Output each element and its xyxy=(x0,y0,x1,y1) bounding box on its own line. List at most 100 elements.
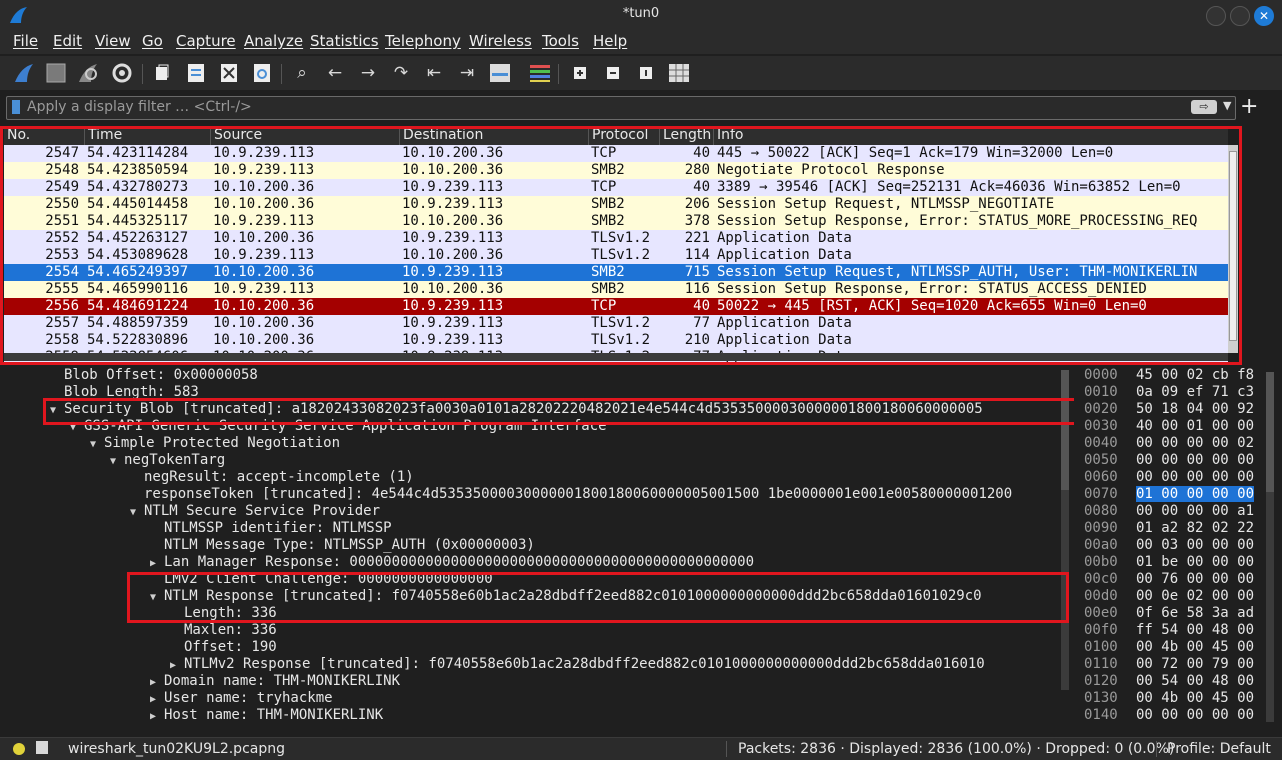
detail-tree-item[interactable]: ▶ Lan Manager Response: 00000000000000000… xyxy=(150,554,754,571)
expanded-arrow-icon[interactable]: ▼ xyxy=(70,419,84,436)
detail-tree-item[interactable]: NTLM Message Type: NTLMSSP_AUTH (0x00000… xyxy=(150,537,535,554)
close-button[interactable]: ✕ xyxy=(1254,6,1274,26)
collapsed-arrow-icon[interactable]: ▶ xyxy=(150,555,164,572)
hex-row[interactable]: 0050 00 00 00 00 00 xyxy=(1084,452,1254,469)
stop-capture-icon[interactable] xyxy=(44,61,68,85)
apply-filter-arrow-icon[interactable]: ⇨ xyxy=(1191,100,1217,114)
menu-file[interactable]: File xyxy=(13,32,38,50)
menu-wireless[interactable]: Wireless xyxy=(469,32,532,50)
save-file-icon[interactable] xyxy=(184,61,208,85)
hex-row[interactable]: 00f0 ff 54 00 48 00 xyxy=(1084,622,1254,639)
hex-row[interactable]: 0090 01 a2 82 02 22 xyxy=(1084,520,1254,537)
collapsed-arrow-icon[interactable]: ▶ xyxy=(170,657,184,674)
expanded-arrow-icon[interactable]: ▼ xyxy=(130,504,144,521)
resize-columns-icon[interactable] xyxy=(667,61,691,85)
hex-row[interactable]: 0120 00 54 00 48 00 xyxy=(1084,673,1254,690)
packet-row[interactable]: 2554 54.465249397 10.10.200.36 10.9.239.113… xyxy=(4,264,1228,281)
filter-bookmark-icon[interactable] xyxy=(12,100,20,114)
detail-tree-item[interactable]: ▼ Simple Protected Negotiation xyxy=(90,435,340,452)
collapsed-arrow-icon[interactable]: ▶ xyxy=(150,674,164,691)
packet-row[interactable]: 2549 54.432780273 10.10.200.36 10.9.239.113… xyxy=(4,179,1228,196)
detail-tree-item[interactable]: ▼ NTLM Secure Service Provider xyxy=(130,503,380,520)
restart-capture-icon[interactable] xyxy=(76,61,100,85)
hex-row[interactable]: 0130 00 4b 00 45 00 xyxy=(1084,690,1254,707)
packet-row[interactable]: 2550 54.445014458 10.10.200.36 10.9.239.113… xyxy=(4,196,1228,213)
zoom-out-icon[interactable] xyxy=(601,61,625,85)
detail-tree-item[interactable]: ▶ NTLMv2 Response [truncated]: f0740558e6… xyxy=(170,656,985,673)
collapsed-arrow-icon[interactable]: ▶ xyxy=(150,708,164,720)
hex-row[interactable]: 0100 00 4b 00 45 00 xyxy=(1084,639,1254,656)
expanded-arrow-icon[interactable]: ▼ xyxy=(150,589,164,606)
hex-row[interactable]: 0070 01 00 00 00 00 xyxy=(1084,486,1255,503)
column-source[interactable]: Source xyxy=(210,127,400,145)
open-file-icon[interactable] xyxy=(150,61,174,85)
detail-tree-item[interactable]: Maxlen: 336 xyxy=(170,622,277,639)
capture-comment-edit-icon[interactable] xyxy=(36,741,48,754)
go-forward-arrow-icon[interactable]: → xyxy=(356,61,380,85)
menu-help[interactable]: Help xyxy=(593,32,627,50)
packet-row[interactable]: 2558 54.522830896 10.10.200.36 10.9.239.113… xyxy=(4,332,1228,349)
hex-row[interactable]: 0110 00 72 00 79 00 xyxy=(1084,656,1254,673)
last-packet-icon[interactable]: ⇥ xyxy=(455,61,479,85)
detail-tree-item[interactable]: NTLMSSP identifier: NTLMSSP xyxy=(150,520,392,537)
filter-history-chevron-down-icon[interactable]: ▼ xyxy=(1223,99,1231,112)
go-back-arrow-icon[interactable]: ← xyxy=(323,61,347,85)
expanded-arrow-icon[interactable]: ▼ xyxy=(110,453,124,470)
detail-tree-item[interactable]: Blob Offset: 0x00000058 xyxy=(50,367,258,384)
hex-row[interactable]: 00e0 0f 6e 58 3a ad xyxy=(1084,605,1254,622)
packet-row[interactable]: 2556 54.484691224 10.10.200.36 10.9.239.113… xyxy=(4,298,1228,315)
detail-tree-item[interactable]: responseToken [truncated]: 4e544c4d53535… xyxy=(130,486,1012,503)
packet-list-horizontal-scrollbar[interactable] xyxy=(4,353,1228,361)
start-capture-icon[interactable] xyxy=(12,61,36,85)
menu-edit[interactable]: Edit xyxy=(53,32,82,50)
first-packet-icon[interactable]: ⇤ xyxy=(422,61,446,85)
hex-row[interactable]: 0080 00 00 00 00 a1 xyxy=(1084,503,1254,520)
packet-row[interactable]: 2548 54.423850594 10.9.239.113 10.10.200.36… xyxy=(4,162,1228,179)
detail-tree-item[interactable]: negResult: accept-incomplete (1) xyxy=(130,469,414,486)
hex-row[interactable]: 00d0 00 0e 02 00 00 xyxy=(1084,588,1254,605)
hex-row[interactable]: 0010 0a 09 ef 71 c3 xyxy=(1084,384,1254,401)
column-time[interactable]: Time xyxy=(84,127,210,145)
packet-row[interactable]: 2555 54.465990116 10.9.239.113 10.10.200.36… xyxy=(4,281,1228,298)
detail-tree-item[interactable]: ▼ NTLM Response [truncated]: f0740558e60b… xyxy=(150,588,982,605)
detail-tree-item[interactable]: ▶ Host name: THM-MONIKERLINK xyxy=(150,707,383,720)
hex-row[interactable]: 00c0 00 76 00 00 00 xyxy=(1084,571,1254,588)
menu-analyze[interactable]: Analyze xyxy=(244,32,303,50)
column-info[interactable]: Info xyxy=(713,127,1227,145)
go-to-packet-icon[interactable]: ↷ xyxy=(389,61,413,85)
column-destination[interactable]: Destination xyxy=(399,127,589,145)
detail-tree-item[interactable]: Length: 336 xyxy=(170,605,277,622)
menu-go[interactable]: Go xyxy=(142,32,163,50)
menu-tools[interactable]: Tools xyxy=(542,32,579,50)
detail-tree-item[interactable]: ▼ GSS-API Generic Security Service Applic… xyxy=(70,418,607,435)
hex-row[interactable]: 0140 00 00 00 00 00 xyxy=(1084,707,1254,720)
packet-row[interactable]: 2552 54.452263127 10.10.200.36 10.9.239.113… xyxy=(4,230,1228,247)
expanded-arrow-icon[interactable]: ▼ xyxy=(90,436,104,453)
column-no[interactable]: No. xyxy=(4,127,30,145)
menu-capture[interactable]: Capture xyxy=(176,32,236,50)
maximize-button[interactable] xyxy=(1230,6,1250,26)
column-protocol[interactable]: Protocol xyxy=(588,127,660,145)
packet-list-vertical-scrollbar[interactable] xyxy=(1228,145,1238,353)
packet-row[interactable]: 2551 54.445325117 10.9.239.113 10.10.200.36… xyxy=(4,213,1228,230)
hex-row[interactable]: 0060 00 00 00 00 00 xyxy=(1084,469,1254,486)
add-filter-button-plus-icon[interactable]: + xyxy=(1240,94,1258,119)
hex-row[interactable]: 0000 45 00 02 cb f8 xyxy=(1084,367,1254,384)
detail-tree-item[interactable]: ▶ Domain name: THM-MONIKERLINK xyxy=(150,673,400,690)
colorize-icon[interactable] xyxy=(528,61,552,85)
detail-tree-item[interactable]: Blob Length: 583 xyxy=(50,384,199,401)
hex-row[interactable]: 0040 00 00 00 00 02 xyxy=(1084,435,1254,452)
packet-row[interactable]: 2547 54.423114284 10.9.239.113 10.10.200.36… xyxy=(4,145,1228,162)
expert-info-status-icon[interactable] xyxy=(13,743,25,755)
detail-tree-item[interactable]: ▼ negTokenTarg xyxy=(110,452,225,469)
packet-row[interactable]: 2557 54.488597359 10.10.200.36 10.9.239.113… xyxy=(4,315,1228,332)
autoscroll-icon[interactable] xyxy=(488,61,512,85)
display-filter-input[interactable] xyxy=(27,98,1177,116)
detail-tree-item[interactable]: ▶ User name: tryhackme xyxy=(150,690,333,707)
reload-file-icon[interactable] xyxy=(250,61,274,85)
collapsed-arrow-icon[interactable]: ▶ xyxy=(150,691,164,708)
zoom-in-icon[interactable] xyxy=(568,61,592,85)
menu-view[interactable]: View xyxy=(95,32,131,50)
capture-options-gear-icon[interactable] xyxy=(110,61,134,85)
detail-tree-item[interactable]: ▼ Security Blob [truncated]: a18202433082… xyxy=(50,401,983,418)
